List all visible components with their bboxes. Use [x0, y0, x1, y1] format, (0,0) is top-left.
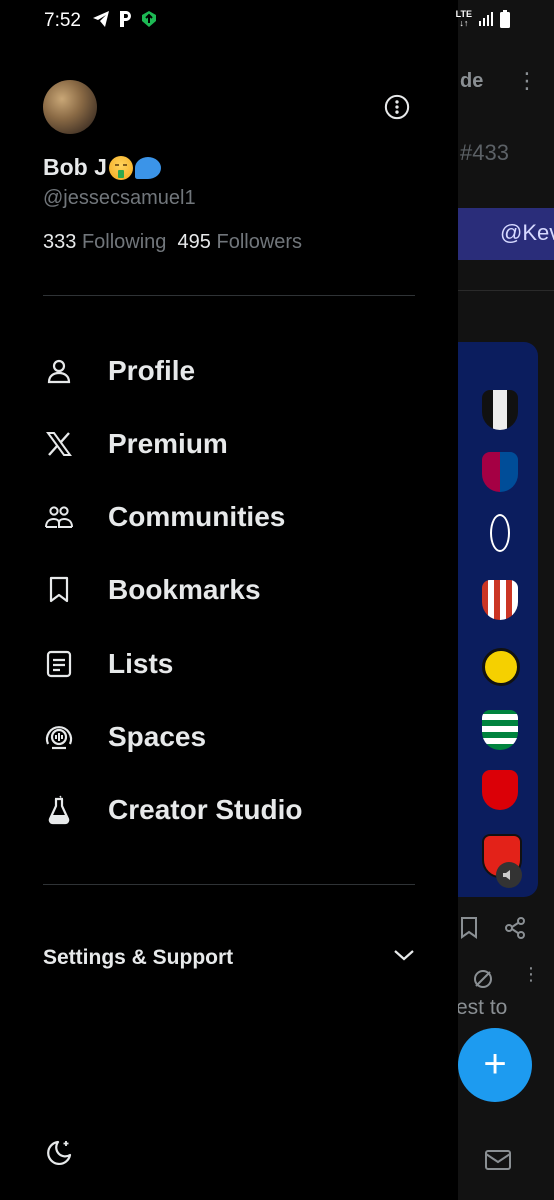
status-notification-icons: [92, 10, 158, 28]
status-time: 7:52: [44, 10, 81, 31]
followers-count: 495: [177, 231, 211, 253]
chevron-down-icon: [394, 950, 414, 961]
menu-item-premium[interactable]: Premium: [43, 417, 423, 471]
lte-indicator: LTE ↓↑: [455, 9, 472, 28]
feed-hashtag-fragment: #433: [460, 140, 509, 165]
follow-stats: 333 Following 495 Followers: [43, 231, 302, 254]
x-logo-icon: [43, 428, 75, 460]
speech-bubble-icon: [134, 156, 161, 179]
profile-name-text: Bob J: [43, 154, 107, 180]
slash-circle-icon: [474, 970, 492, 988]
menu-item-label: Lists: [108, 648, 174, 679]
background-feed: de ⋮ #433 @Kev ⋮ est to +: [456, 0, 554, 1200]
menu-item-spaces[interactable]: Spaces: [43, 710, 423, 764]
money-mouth-face-icon: [108, 155, 133, 180]
spaces-icon: [43, 721, 75, 753]
followers-link[interactable]: 495 Followers: [178, 231, 303, 253]
menu-item-label: Profile: [108, 355, 196, 386]
bookmark-icon[interactable]: [460, 917, 478, 939]
tottenham-crest-icon: [490, 514, 510, 552]
feed-divider: [456, 290, 554, 291]
communities-icon: [43, 501, 75, 533]
feed-text-fragment: est to: [456, 996, 508, 1019]
more-options-icon[interactable]: [384, 94, 410, 120]
status-system-icons: LTE ↓↑: [456, 10, 510, 28]
compose-fab-button[interactable]: +: [458, 1028, 532, 1102]
arsenal-crest-icon: [482, 770, 518, 810]
signal-icon: [479, 12, 493, 26]
menu-item-communities[interactable]: Communities: [43, 490, 423, 544]
menu-item-label: Creator Studio: [108, 794, 303, 825]
plus-icon: +: [483, 1042, 507, 1086]
person-icon: [43, 355, 75, 387]
settings-support-label: Settings & Support: [43, 946, 234, 969]
divider: [43, 884, 415, 885]
flask-icon: [43, 794, 75, 826]
menu-item-label: Communities: [108, 501, 286, 532]
feed-more-icon: ⋮: [516, 68, 538, 93]
profile-handle[interactable]: @jessecsamuel1: [43, 187, 196, 210]
share-icon[interactable]: [504, 917, 526, 939]
feed-mention-text: @Kev: [500, 220, 554, 245]
display-mode-moon-icon[interactable]: [44, 1138, 74, 1168]
settings-support-toggle[interactable]: Settings & Support: [43, 944, 415, 976]
menu-item-creator-studio[interactable]: Creator Studio: [43, 783, 423, 837]
feed-media-card: [456, 342, 538, 897]
menu-item-label: Spaces: [108, 721, 207, 752]
feed-action-row: [456, 915, 554, 945]
menu-item-profile[interactable]: Profile: [43, 344, 423, 398]
feed-post-more-icon[interactable]: ⋮: [522, 964, 540, 985]
divider: [43, 295, 415, 296]
volume-icon[interactable]: [496, 862, 522, 888]
following-count: 333: [43, 231, 77, 253]
bodo-glimt-crest-icon: [482, 648, 520, 686]
navigation-drawer: Bob J @jessecsamuel1 333 Following 495 F…: [0, 0, 458, 1200]
messages-icon[interactable]: [484, 1148, 512, 1172]
following-link[interactable]: 333 Following: [43, 231, 166, 253]
barcelona-crest-icon: [482, 452, 518, 492]
followers-label: Followers: [216, 231, 303, 253]
battery-icon: [500, 10, 510, 28]
list-icon: [43, 648, 75, 680]
telegram-icon: [93, 11, 109, 27]
menu-item-label: Bookmarks: [108, 574, 261, 605]
menu-item-label: Premium: [108, 428, 228, 459]
feed-mention-chip: @Kev: [456, 208, 554, 260]
profile-name[interactable]: Bob J: [43, 154, 161, 181]
feed-header-fragment: de: [460, 70, 484, 92]
status-bar: 7:52 LTE ↓↑: [0, 0, 554, 44]
p-app-icon: [120, 11, 131, 27]
following-label: Following: [81, 231, 167, 253]
newcastle-crest-icon: [482, 390, 518, 430]
menu-item-lists[interactable]: Lists: [43, 637, 423, 691]
avatar[interactable]: [43, 80, 97, 134]
bookmark-icon: [43, 574, 75, 606]
menu-item-bookmarks[interactable]: Bookmarks: [43, 563, 423, 617]
atletico-crest-icon: [482, 580, 518, 620]
shield-app-icon: [142, 11, 156, 27]
sporting-crest-icon: [482, 710, 518, 750]
